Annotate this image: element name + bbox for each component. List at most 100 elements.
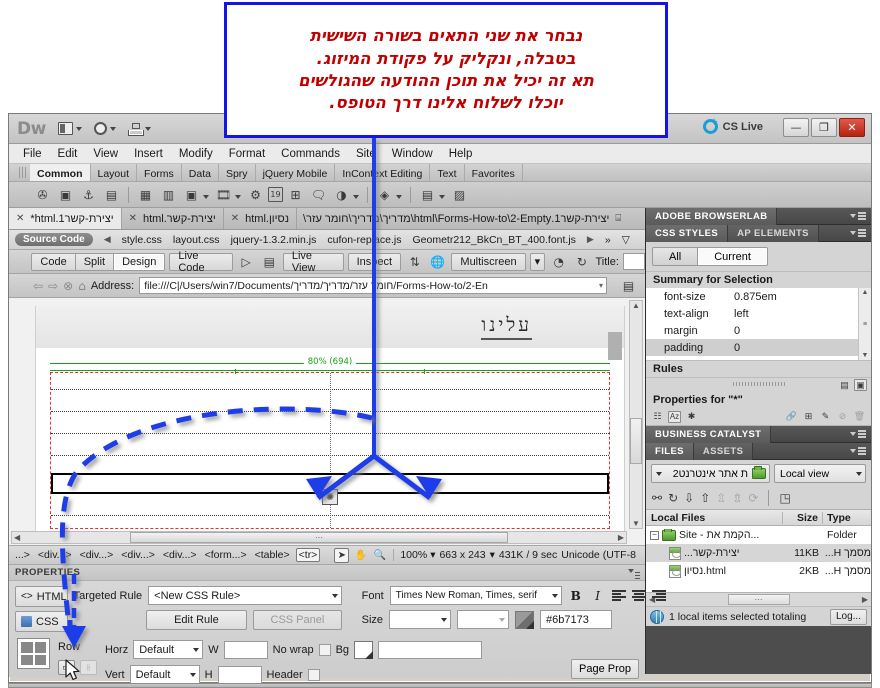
css-summary-row[interactable]: text-align left (646, 305, 871, 322)
az-sort-icon[interactable]: A​z (668, 410, 681, 423)
browserlab-header[interactable]: ADOBE BROWSERLAB (646, 207, 871, 225)
tab-ap-elements[interactable]: AP ELEMENTS (728, 224, 819, 242)
source-code-button[interactable]: Source Code (15, 233, 93, 246)
tag-selector-item[interactable]: <div...> (161, 549, 199, 561)
site-select[interactable]: ת אתר אינטרנט2 (651, 464, 770, 483)
menu-file[interactable]: File (15, 148, 50, 160)
panel-grip[interactable] (19, 167, 26, 178)
scroll-left-icon[interactable]: ◀ (14, 533, 20, 542)
document-tab-2[interactable]: יצירת-קשר.html ✕ (122, 208, 224, 229)
menu-insert[interactable]: Insert (126, 148, 171, 160)
set-properties-icon[interactable]: ✱ (685, 411, 698, 423)
css-panel-button[interactable]: CSS Panel (253, 610, 342, 630)
header-checkbox[interactable] (307, 668, 320, 681)
tag-selector-item-tr[interactable]: <tr> (295, 548, 321, 562)
menu-site[interactable]: Site (348, 148, 384, 160)
insert-tab-jquery-mobile[interactable]: jQuery Mobile (256, 164, 336, 181)
nowrap-checkbox[interactable] (318, 643, 331, 656)
code-view-button[interactable]: Code (31, 252, 76, 271)
tag-selector-item[interactable]: <div...> (119, 549, 157, 561)
zoom-level-control[interactable]: 100% ▾ (393, 549, 435, 561)
related-file-cufon[interactable]: cufon-replace.js (327, 234, 401, 246)
date-icon[interactable]: 19 (268, 187, 283, 202)
chevron-down-icon[interactable] (439, 194, 445, 199)
forward-icon[interactable]: ⇨ (48, 279, 58, 293)
panel-menu-icon[interactable] (850, 447, 866, 455)
close-icon[interactable]: ✕ (16, 213, 24, 224)
insert-tab-layout[interactable]: Layout (91, 164, 138, 181)
merge-cells-icon[interactable]: ▭ (58, 660, 75, 675)
tag-chooser-icon[interactable]: ▤ (417, 185, 438, 205)
targeted-rule-select[interactable]: <New CSS Rule> (148, 586, 342, 605)
file-row-selected[interactable]: ...יצירת-קשר 11KB מסמך H... (646, 544, 871, 562)
home-icon[interactable]: ⌂ (78, 279, 86, 293)
menu-window[interactable]: Window (384, 148, 441, 160)
cell-width-input[interactable] (223, 640, 268, 659)
horz-select[interactable]: Default (133, 640, 204, 659)
extend-menu-button[interactable] (93, 122, 116, 135)
menu-edit[interactable]: Edit (50, 148, 86, 160)
filter-icon[interactable]: ▽ (622, 234, 630, 246)
visual-aids-menu-icon[interactable]: ◔ (549, 252, 568, 272)
related-file-layout-css[interactable]: layout.css (173, 234, 220, 246)
tab-css-styles[interactable]: CSS STYLES (646, 224, 729, 242)
selected-table-row[interactable]: ✺ (51, 473, 609, 505)
files-horizontal-scrollbar[interactable]: ◀ ⋯ ▶ (646, 592, 871, 606)
align-right-icon[interactable] (651, 590, 666, 602)
get-files-icon[interactable]: ⇩ (684, 491, 694, 505)
zoom-tool-icon[interactable]: 🔍 (372, 548, 387, 563)
rules-list-icon[interactable]: ▣ (854, 379, 867, 391)
check-out-icon[interactable]: ⇫ (716, 491, 726, 505)
synchronize-icon[interactable]: ⟳ (748, 491, 758, 505)
panel-resize-handle[interactable] (732, 382, 785, 386)
bold-button[interactable]: B (568, 588, 584, 604)
css-summary-row[interactable]: margin 0 (646, 322, 871, 339)
horizontal-scroll-thumb[interactable]: ⋯ (727, 594, 790, 605)
chevron-down-icon[interactable]: ▾ (490, 549, 495, 561)
attach-style-sheet-icon[interactable]: 🔗 (785, 411, 798, 423)
insert-tab-forms[interactable]: Forms (137, 164, 182, 181)
cell-height-input[interactable] (217, 665, 262, 684)
widget-icon[interactable]: ⚙ (245, 185, 266, 205)
text-color-swatch[interactable] (515, 610, 535, 629)
document-title-input[interactable] (622, 253, 645, 270)
template-icon[interactable]: ◈ (374, 185, 395, 205)
vert-select[interactable]: Default (129, 665, 200, 684)
insert-tab-text[interactable]: Text (430, 164, 465, 181)
text-color-hex-input[interactable]: #6b7173 (540, 610, 613, 629)
bg-color-input[interactable] (378, 640, 483, 659)
insert-tab-favorites[interactable]: Favorites (465, 164, 523, 181)
scroll-up-icon[interactable]: ▲ (862, 289, 869, 296)
canvas-vertical-scrollbar[interactable]: ▲ ▼ (629, 300, 643, 529)
scroll-left-icon[interactable]: ◀ (104, 234, 111, 245)
live-view-options-icon[interactable]: ▷ (237, 252, 256, 272)
edit-rule-icon[interactable]: ✎ (819, 411, 832, 423)
css-all-button[interactable]: All (652, 247, 699, 266)
scroll-thumb[interactable]: ≡ (863, 321, 867, 328)
select-tool-icon[interactable]: ➤ (334, 547, 350, 563)
tree-collapse-icon[interactable]: − (650, 530, 659, 540)
pin-icon[interactable]: ⌸ (615, 213, 621, 224)
check-in-icon[interactable]: ⇯ (732, 491, 742, 505)
comment-icon[interactable]: 🗨 (308, 185, 329, 205)
html-mode-button[interactable]: <> HTML (15, 586, 68, 607)
chevron-down-icon[interactable]: ▾ (599, 281, 603, 290)
new-css-rule-icon[interactable]: ⊞ (802, 411, 815, 423)
insert-div-icon[interactable]: ▥ (158, 185, 179, 205)
rules-pane-icon[interactable]: ▤ (838, 379, 851, 391)
browser-preview-icon[interactable]: 🌐 (428, 252, 447, 272)
visual-aids-icon[interactable]: ▤ (260, 252, 279, 272)
inspect-button[interactable]: Inspect (347, 252, 402, 271)
file-row-site[interactable]: − Site - הקמת את... Folder (646, 526, 871, 544)
related-file-jquery[interactable]: jquery-1.3.2.min.js (231, 234, 317, 246)
insert-tab-spry[interactable]: Spry (219, 164, 256, 181)
tag-selector-item[interactable]: <div...> (78, 549, 116, 561)
split-cell-icon[interactable]: ⫲ (80, 660, 97, 675)
italic-button[interactable]: I (590, 588, 606, 604)
site-menu-button[interactable] (127, 122, 151, 136)
align-left-icon[interactable] (611, 590, 626, 602)
chevron-down-icon[interactable] (396, 194, 402, 199)
multiscreen-dropdown[interactable]: ▾ (529, 252, 546, 271)
scroll-right-icon[interactable]: ▶ (618, 533, 624, 542)
close-button[interactable]: ✕ (839, 118, 865, 137)
